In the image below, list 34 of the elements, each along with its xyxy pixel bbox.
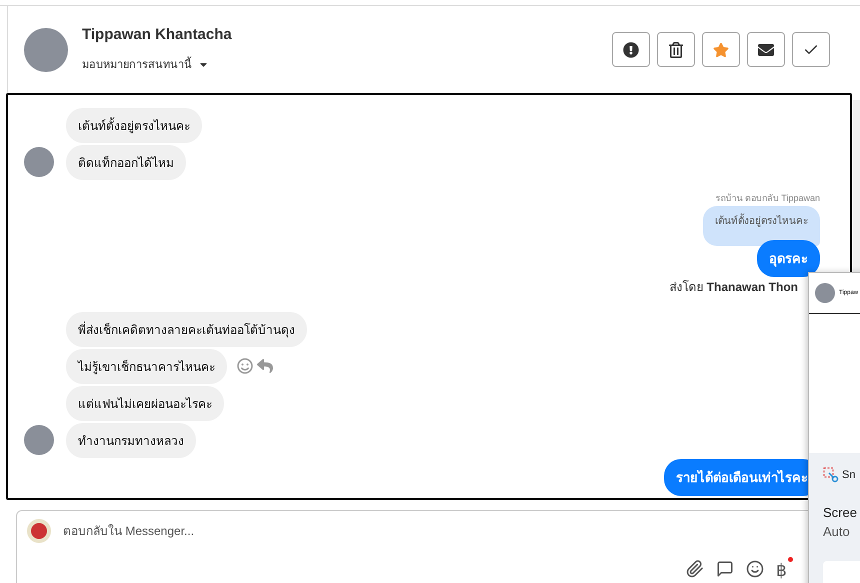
chat-bubble-icon[interactable] [716,560,734,578]
reply-note: รถบ้าน ตอบกลับ Tippawan [715,192,820,206]
notification-title: Scree [823,504,858,522]
paperclip-icon[interactable] [686,560,704,578]
avatar [27,519,51,543]
delete-button[interactable] [657,32,695,67]
mail-button[interactable] [747,32,785,67]
message-bubble: ติดแท็กออกได้ไหม [66,144,186,180]
quoted-message: เต้นท์ตั้งอยู่ตรงไหนคะ [703,206,820,246]
payment-button[interactable]: ฿ [776,557,793,581]
notification-text: Auto [823,523,851,541]
message-bubble: ทำงานกรมทางหลวง [66,422,196,458]
avatar [24,147,54,177]
contact-name: Tippawan Khantacha [82,26,233,43]
message-bubble: ไม่รู้เขาเช็กธนาคารไหนคะ [66,348,227,384]
sent-by-label: ส่งโดย Thanawan Thon [669,279,798,296]
alert-icon [623,42,639,58]
star-button[interactable] [702,32,740,67]
smiley-icon[interactable] [746,560,764,578]
message-bubble: พี่ส่งเช็กเคดิตทางลายคะเต้นท่ออโต้บ้านดุง [66,312,307,346]
envelope-icon [758,42,774,58]
message-bubble: แต่แฟนไม่เคยผ่อนอะไรคะ [66,386,224,420]
scissors-icon [823,467,839,483]
report-button[interactable] [612,32,650,67]
avatar [24,425,54,455]
trash-icon [668,42,684,58]
avatar [815,283,835,303]
avatar [24,28,68,72]
app-name: Sn [842,469,856,481]
message-bubble: อุดรคะ [757,240,820,277]
message-bubble: เต้นท์ตั้งอยู่ตรงไหนคะ [66,108,202,142]
reply-icon[interactable] [257,358,273,374]
assign-dropdown[interactable]: มอบหมายการสนทนานี้ [82,55,612,73]
notification-dot [788,557,793,562]
